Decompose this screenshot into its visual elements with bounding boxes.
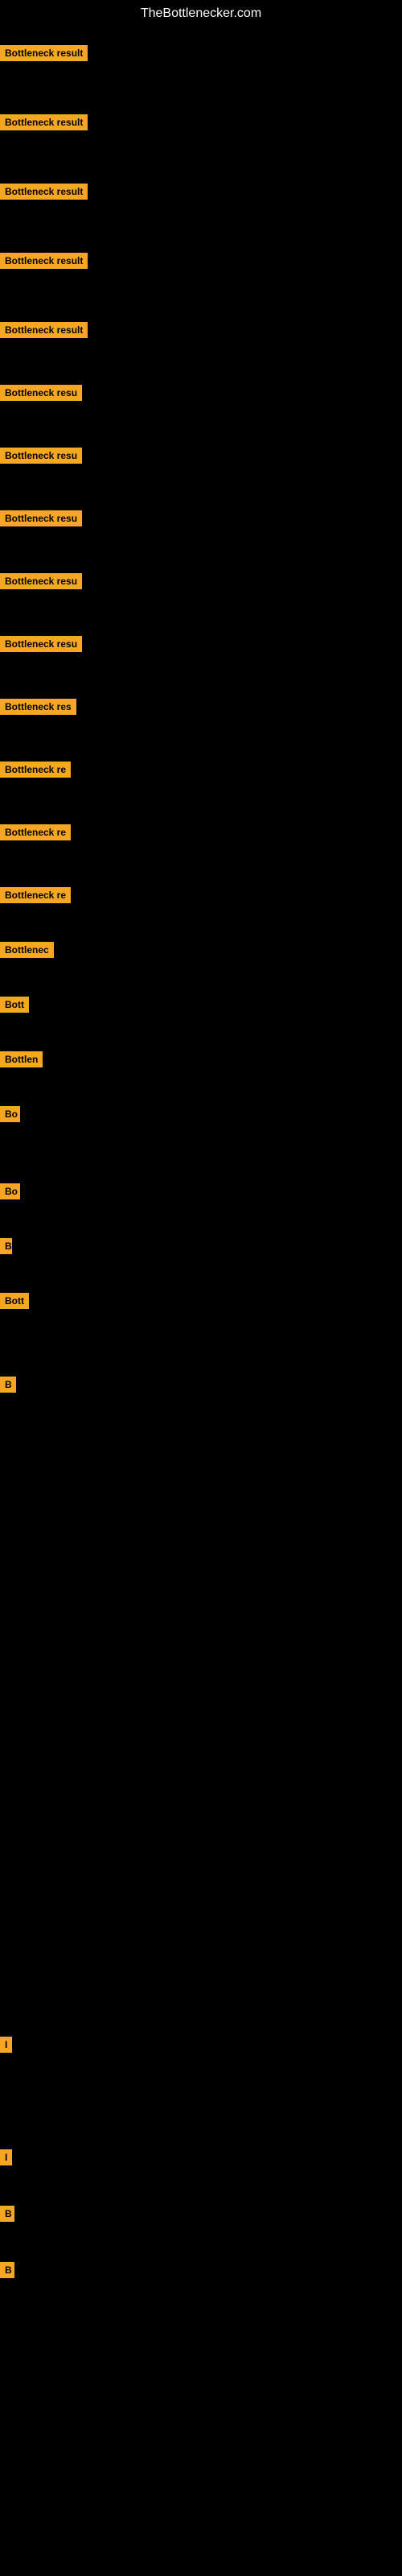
bottleneck-badge: Bottleneck re — [0, 762, 71, 778]
bottleneck-badge: Bottleneck result — [0, 322, 88, 338]
bottleneck-badge: I — [0, 2037, 12, 2053]
bottleneck-badge: Bottleneck resu — [0, 510, 82, 526]
bottleneck-badge: B — [0, 1377, 16, 1393]
site-title: TheBottlenecker.com — [0, 0, 402, 27]
bottleneck-badge: Bottleneck resu — [0, 573, 82, 589]
bottleneck-badge: Bo — [0, 1106, 20, 1122]
bottleneck-badge: Bott — [0, 1293, 29, 1309]
bottleneck-badge: Bo — [0, 1183, 20, 1199]
bottleneck-badge: Bottleneck result — [0, 184, 88, 200]
bottleneck-badge: Bottleneck resu — [0, 636, 82, 652]
bottleneck-badge: Bottleneck res — [0, 699, 76, 715]
bottleneck-badge: Bottlenec — [0, 942, 54, 958]
bottleneck-badge: Bottleneck result — [0, 45, 88, 61]
bottleneck-badge: B — [0, 2262, 14, 2278]
bottleneck-badge: Bott — [0, 997, 29, 1013]
bottleneck-badge: I — [0, 2149, 12, 2165]
bottleneck-badge: Bottleneck resu — [0, 448, 82, 464]
bottleneck-badge: Bottleneck resu — [0, 385, 82, 401]
bottleneck-badge: Bottleneck result — [0, 253, 88, 269]
bottleneck-badge: B — [0, 2206, 14, 2222]
bottleneck-badge: B — [0, 1238, 12, 1254]
bottleneck-badge: Bottleneck re — [0, 887, 71, 903]
bottleneck-badge: Bottleneck result — [0, 114, 88, 130]
bottleneck-badge: Bottleneck re — [0, 824, 71, 840]
bottleneck-badge: Bottlen — [0, 1051, 43, 1067]
